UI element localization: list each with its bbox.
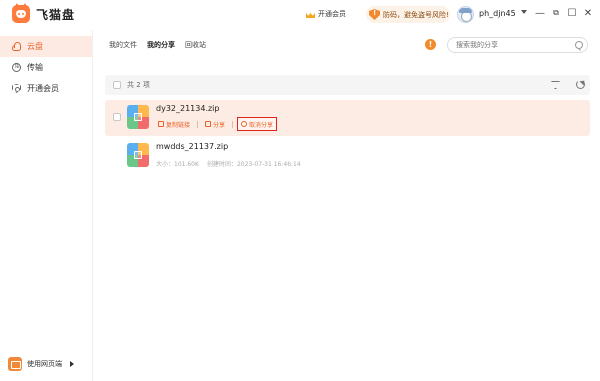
use-web-version-label: 使用网页端 — [27, 360, 62, 368]
window-controls: — ⧉ ☐ ✕ — [532, 5, 596, 21]
title-bar: 飞猫盘 开通会员 防码，避免盗号风险! ph_djn45 — ⧉ ☐ ✕ — [0, 0, 600, 30]
sidebar-item-cloud[interactable]: 云盘 — [0, 36, 92, 57]
maximize-icon[interactable]: ☐ — [564, 5, 580, 21]
refresh-icon[interactable] — [576, 80, 585, 89]
web-window-icon — [8, 357, 22, 371]
file-created-time: 创建时间：2023-07-31 16:46:14 — [206, 161, 301, 168]
sidebar-item-label: 传输 — [27, 63, 43, 72]
filter-icon[interactable] — [551, 81, 560, 89]
tab-my-shares[interactable]: 我的分享 — [147, 39, 175, 51]
play-arrow-icon — [70, 361, 74, 367]
tab-recycle-bin[interactable]: 回收站 — [185, 39, 206, 51]
use-web-version-button[interactable]: 使用网页端 — [8, 354, 88, 374]
minimize-icon[interactable]: — — [532, 5, 548, 21]
file-meta: 大小：101.60K 创建时间：2023-07-31 16:46:14 — [156, 159, 301, 168]
share-button[interactable]: 分享 — [202, 118, 228, 130]
transfer-icon — [12, 62, 21, 72]
sidebar: 云盘 传输 开通会员 使用网页端 — [0, 30, 93, 381]
item-count: 共 2 项 — [127, 81, 150, 89]
open-vip-label: 开通会员 — [318, 10, 346, 18]
app-name: 飞猫盘 — [36, 8, 76, 22]
row-checkbox[interactable] — [113, 113, 121, 121]
share-icon — [205, 121, 212, 127]
open-vip-button[interactable]: 开通会员 — [306, 9, 346, 19]
sidebar-item-label: 开通会员 — [27, 84, 59, 93]
file-name[interactable]: dy32_21134.zip — [156, 104, 219, 113]
list-item[interactable]: mwdds_21137.zip 大小：101.60K 创建时间：2023-07-… — [105, 138, 590, 174]
cancel-circle-icon — [241, 121, 248, 127]
app-logo-icon — [12, 3, 30, 23]
main-panel: 我的文件 我的分享 回收站 ! 共 2 项 dy32_21134.zip 复制链… — [93, 30, 600, 381]
zip-file-icon — [127, 143, 149, 167]
chevron-down-icon[interactable] — [521, 10, 527, 14]
avatar[interactable] — [457, 6, 474, 23]
divider — [197, 120, 199, 128]
username[interactable]: ph_djn45 — [479, 9, 516, 18]
row-actions: 复制链接 分享 取消分享 — [155, 117, 278, 131]
shield-warning-icon — [369, 9, 380, 20]
cancel-share-label: 取消分享 — [249, 121, 274, 129]
copy-icon — [158, 121, 164, 127]
sidebar-item-vip[interactable]: 开通会员 — [0, 78, 92, 99]
security-warning-text: 防码，避免盗号风险! — [383, 10, 449, 19]
security-warning-banner[interactable]: 防码，避免盗号风险! — [366, 6, 450, 23]
list-item[interactable]: dy32_21134.zip 复制链接 分享 取消分享 — [105, 100, 590, 136]
cancel-share-button[interactable]: 取消分享 — [237, 117, 278, 131]
copy-link-button[interactable]: 复制链接 — [155, 118, 193, 130]
file-name[interactable]: mwdds_21137.zip — [156, 142, 228, 151]
close-icon[interactable]: ✕ — [580, 5, 596, 21]
info-icon[interactable]: ! — [425, 39, 436, 50]
tab-my-files[interactable]: 我的文件 — [109, 39, 137, 51]
divider — [232, 120, 234, 128]
list-header: 共 2 项 — [105, 75, 590, 95]
share-label: 分享 — [213, 121, 226, 129]
crown-icon — [306, 10, 315, 18]
restore-icon[interactable]: ⧉ — [548, 5, 564, 21]
vip-shield-icon — [12, 84, 21, 93]
search-icon[interactable] — [575, 41, 583, 49]
sidebar-item-label: 云盘 — [27, 42, 43, 51]
tab-bar: 我的文件 我的分享 回收站 — [109, 39, 206, 51]
cloud-icon — [12, 41, 21, 51]
zip-file-icon — [127, 105, 149, 129]
select-all-checkbox[interactable] — [113, 81, 121, 89]
file-size: 大小：101.60K — [156, 161, 199, 168]
sidebar-item-transfer[interactable]: 传输 — [0, 57, 92, 78]
copy-link-label: 复制链接 — [166, 121, 191, 129]
search-input[interactable] — [447, 37, 588, 53]
